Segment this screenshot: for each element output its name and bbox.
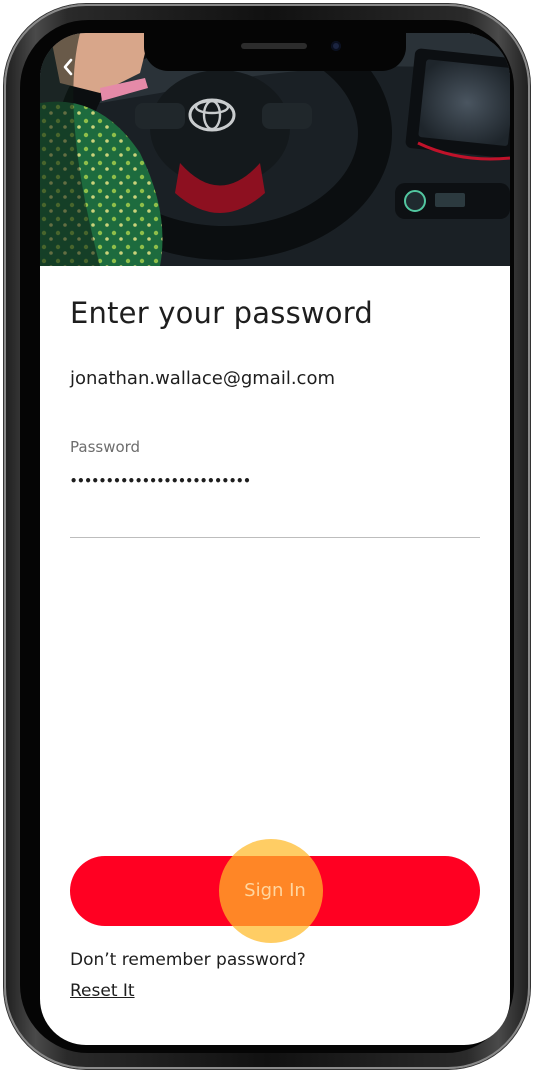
password-input[interactable] bbox=[70, 464, 480, 498]
page-title: Enter your password bbox=[70, 296, 373, 330]
device-mockup: Enter your password jonathan.wallace@gma… bbox=[0, 0, 538, 1075]
sign-in-button[interactable]: Sign In bbox=[70, 839, 480, 943]
field-underline bbox=[70, 537, 480, 538]
account-email: jonathan.wallace@gmail.com bbox=[70, 368, 335, 389]
hero-image bbox=[40, 33, 510, 266]
password-field[interactable]: Password bbox=[70, 438, 480, 538]
chevron-left-icon bbox=[63, 58, 73, 76]
password-label: Password bbox=[70, 438, 141, 456]
front-camera bbox=[331, 41, 341, 51]
password-form: Enter your password jonathan.wallace@gma… bbox=[40, 266, 510, 1045]
app-screen: Enter your password jonathan.wallace@gma… bbox=[40, 33, 510, 1045]
back-button[interactable] bbox=[54, 53, 82, 81]
reset-password-link[interactable]: Reset It bbox=[70, 981, 135, 1001]
sign-in-label: Sign In bbox=[244, 880, 306, 901]
earpiece-speaker bbox=[241, 43, 307, 49]
forgot-password-text: Don’t remember password? bbox=[70, 950, 306, 970]
device-notch bbox=[144, 33, 406, 71]
